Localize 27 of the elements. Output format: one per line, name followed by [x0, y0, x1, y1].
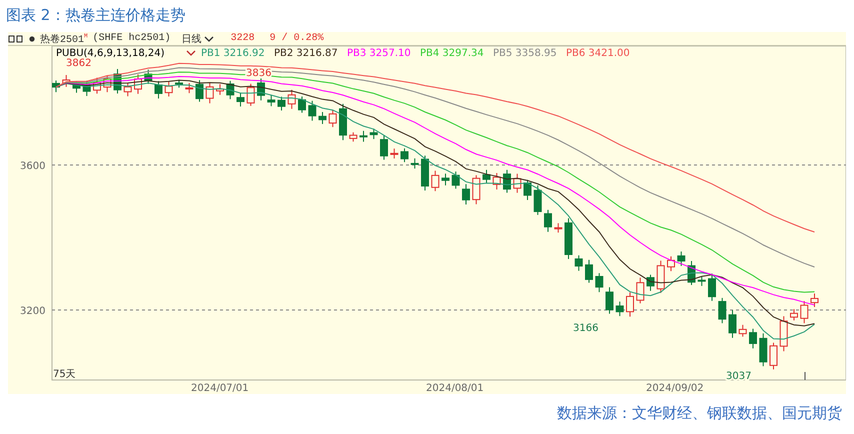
symbol-label[interactable]: 热卷2501$^{M}$	[40, 32, 88, 46]
chart-title: 图表 2：热卷主连价格走势	[5, 5, 186, 26]
price-annotation: 3166	[573, 323, 598, 334]
x-axis-label: 2024/07/01	[191, 383, 249, 393]
y-axis-label: 3600	[20, 161, 46, 172]
caret-icon[interactable]	[186, 50, 196, 56]
period-dropdown[interactable]: 日线	[182, 32, 214, 46]
indicator-value: PB6 3421.00	[566, 48, 630, 59]
price-annotation: 3037	[726, 371, 752, 382]
panel-toggle-icon[interactable]	[8, 34, 24, 42]
indicator-value: PB4 3297.34	[420, 48, 484, 59]
price-annotation: 3862	[66, 58, 92, 69]
indicator-value: PB1 3216.92	[201, 48, 265, 59]
indicator-value: PB5 3358.95	[493, 48, 557, 59]
indicator-value: PB2 3216.87	[274, 48, 338, 59]
x-axis-label: 2024/09/02	[646, 383, 704, 393]
day-count: 75天	[53, 369, 76, 380]
bullet-icon	[29, 36, 35, 42]
indicator-value: PB3 3257.10	[347, 48, 411, 59]
y-axis-label: 3200	[20, 306, 46, 317]
contract-code: (SHFE hc2501)	[92, 33, 171, 44]
caret-icon[interactable]	[204, 36, 214, 42]
indicator-name[interactable]: PUBU(4,6,9,13,18,24)	[56, 48, 164, 59]
source-note: 数据来源：文华财经、钢联数据、国元期货	[556, 403, 843, 423]
last-price: 3228	[230, 33, 255, 44]
x-axis-label: 2024/08/01	[426, 383, 484, 393]
price-change: 9 / 0.28%	[270, 33, 324, 44]
